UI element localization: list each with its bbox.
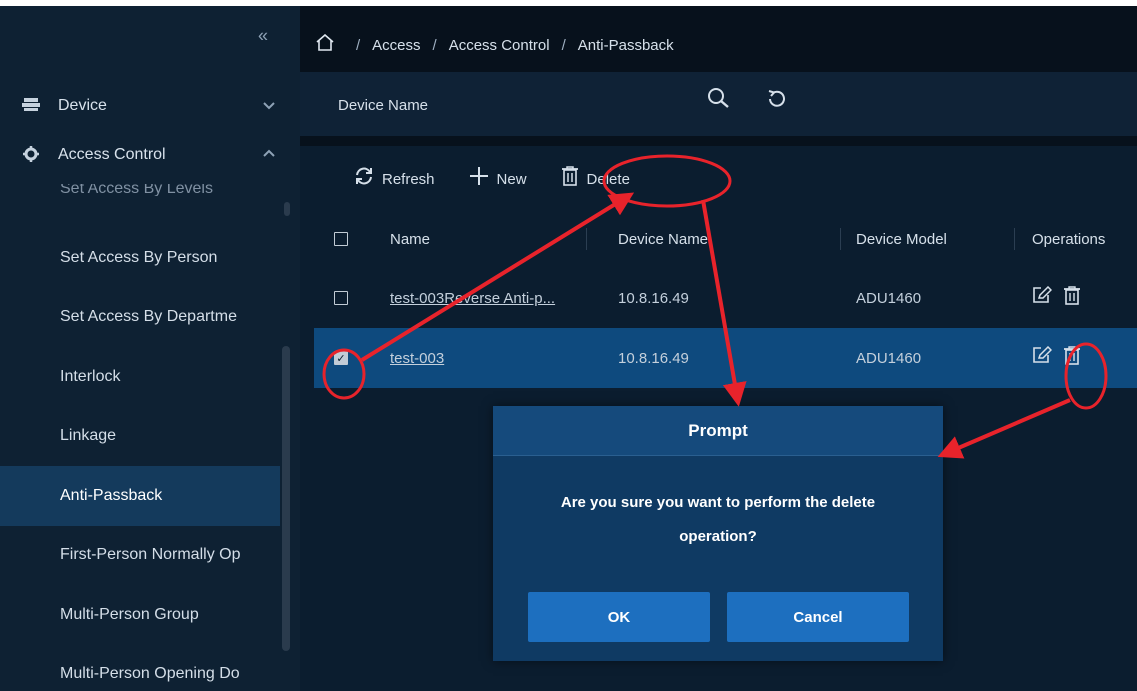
collapse-sidebar-button[interactable]: « (258, 26, 268, 47)
device-table: Name Device Name Device Model Operations… (314, 210, 1137, 388)
sidebar-group-label: Access Control (58, 146, 166, 163)
sidebar: « Device Access Control Set Access By Le… (0, 6, 300, 691)
column-divider (840, 228, 841, 250)
refresh-button[interactable]: Refresh (354, 166, 435, 192)
chevron-up-icon (263, 146, 275, 160)
ok-button[interactable]: OK (528, 592, 710, 642)
trash-icon[interactable] (1064, 345, 1080, 371)
sidebar-group-label: Device (58, 97, 107, 114)
plus-icon (469, 166, 489, 192)
header-device-name[interactable]: Device Name (618, 210, 818, 268)
row-checkbox-checked[interactable]: ✓ (334, 351, 348, 365)
row-checkbox-cell (334, 268, 354, 328)
main-content: / Access / Access Control / Anti-Passbac… (300, 6, 1137, 691)
table-row-selected[interactable]: ✓ test-003 10.8.16.49 ADU1460 (314, 328, 1137, 388)
sidebar-menu: Set Access By Person Set Access By Depar… (0, 228, 280, 691)
chevron-down-icon (263, 99, 275, 113)
column-divider (586, 228, 587, 250)
sidebar-item-first-person-normally-open[interactable]: First-Person Normally Op (0, 526, 280, 586)
dialog-title: Prompt (493, 406, 943, 456)
row-device-model: ADU1460 (856, 289, 922, 307)
breadcrumb-separator: / (356, 36, 361, 54)
row-device-model: ADU1460 (856, 349, 922, 367)
reset-icon[interactable] (766, 88, 788, 116)
select-all-cell (334, 210, 354, 268)
search-icon[interactable] (706, 86, 730, 116)
scroll-up-indicator (284, 202, 290, 216)
search-bar: Device Name (300, 72, 1137, 136)
trash-icon[interactable] (1064, 285, 1080, 311)
sidebar-group-access-control[interactable]: Access Control (0, 146, 300, 180)
breadcrumb-item-access-control[interactable]: Access Control (449, 37, 550, 54)
breadcrumb-separator: / (432, 36, 437, 54)
confirm-dialog: Prompt Are you sure you want to perform … (493, 406, 943, 661)
dialog-message-line2: operation? (679, 528, 757, 545)
sidebar-item-set-access-by-levels[interactable]: Set Access By Levels (60, 184, 213, 196)
row-checkbox[interactable] (334, 291, 348, 305)
sidebar-item-multi-person-group[interactable]: Multi-Person Group (0, 585, 280, 645)
sidebar-item-multi-person-opening-door[interactable]: Multi-Person Opening Do (0, 645, 280, 691)
breadcrumb-item-access[interactable]: Access (372, 37, 420, 54)
new-button[interactable]: New (469, 166, 527, 192)
row-name-cell: test-003 (390, 328, 590, 388)
dialog-message: Are you sure you want to perform the del… (518, 486, 918, 554)
table-row[interactable]: test-003Reverse Anti-p... 10.8.16.49 ADU… (314, 268, 1137, 328)
row-operations (1032, 328, 1132, 388)
breadcrumb-separator: / (561, 36, 566, 54)
refresh-label: Refresh (382, 170, 435, 188)
search-field-label: Device Name (338, 97, 429, 114)
new-label: New (496, 170, 527, 188)
sidebar-item-interlock[interactable]: Interlock (0, 347, 280, 407)
row-name-link[interactable]: test-003 (390, 350, 444, 367)
header-operations: Operations (1032, 230, 1106, 248)
delete-label: Delete (586, 170, 630, 188)
row-name-link[interactable]: test-003Reverse Anti-p... (390, 290, 555, 307)
table-header-row: Name Device Name Device Model Operations (314, 210, 1137, 268)
column-divider (1014, 228, 1015, 250)
header-device-model[interactable]: Device Model (856, 210, 1006, 268)
cancel-button[interactable]: Cancel (727, 592, 909, 642)
header-name[interactable]: Name (390, 210, 590, 268)
row-device-name: 10.8.16.49 (618, 289, 689, 307)
row-operations (1032, 268, 1132, 328)
delete-button[interactable]: Delete (561, 166, 630, 192)
breadcrumb-item-anti-passback: Anti-Passback (577, 36, 674, 54)
dialog-message-line1: Are you sure you want to perform the del… (560, 494, 876, 511)
row-name-cell: test-003Reverse Anti-p... (390, 268, 590, 328)
breadcrumb: / Access / Access Control / Anti-Passbac… (316, 33, 674, 56)
select-all-checkbox[interactable] (334, 232, 348, 246)
sidebar-item-anti-passback[interactable]: Anti-Passback (0, 466, 280, 526)
trash-icon (561, 166, 579, 192)
sidebar-group-device[interactable]: Device (0, 86, 300, 126)
edit-icon[interactable] (1032, 345, 1053, 370)
row-device-name: 10.8.16.49 (618, 349, 689, 367)
sidebar-item-set-access-by-person[interactable]: Set Access By Person (0, 228, 280, 288)
toolbar: Refresh New Delete (354, 166, 664, 192)
edit-icon[interactable] (1032, 285, 1053, 310)
sidebar-scrollbar[interactable] (282, 346, 290, 651)
home-icon[interactable] (316, 33, 334, 56)
refresh-icon (354, 166, 374, 192)
sidebar-item-set-access-by-department[interactable]: Set Access By Departme (0, 288, 280, 348)
sidebar-item-linkage[interactable]: Linkage (0, 407, 280, 467)
row-checkbox-cell: ✓ (334, 328, 354, 388)
gear-icon (22, 146, 40, 167)
device-icon (22, 97, 40, 116)
app-window: « Device Access Control Set Access By Le… (0, 6, 1137, 691)
